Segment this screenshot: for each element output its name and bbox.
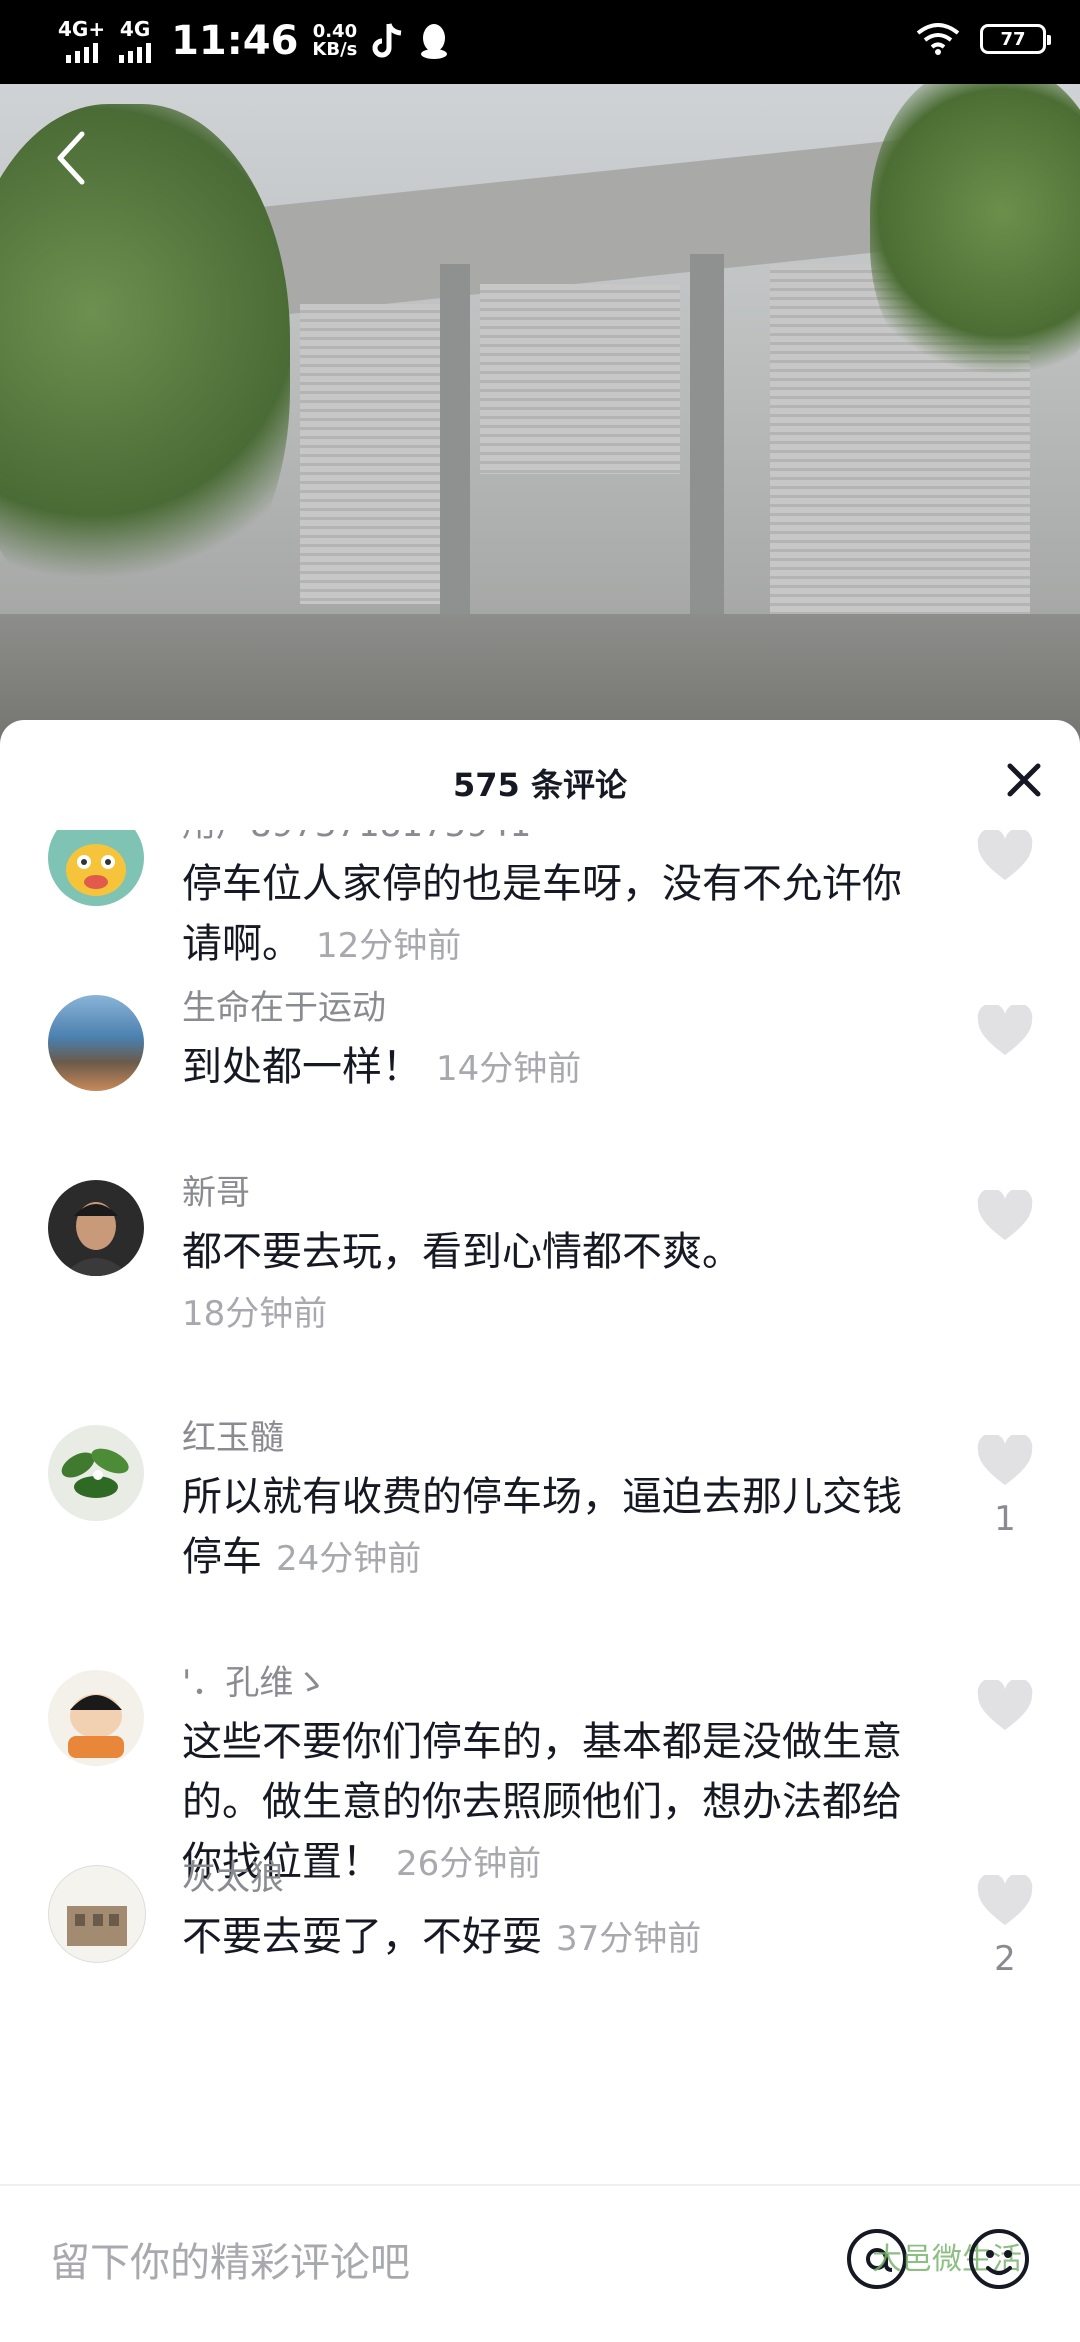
comment-content: 都不要去玩，看到心情都不爽。 <box>182 1229 742 1275</box>
like-button[interactable] <box>970 830 1040 894</box>
comment-count-title: 575 条评论 <box>453 766 627 804</box>
heart-icon <box>977 1188 1033 1240</box>
like-button[interactable] <box>970 1678 1040 1744</box>
heart-icon <box>977 1873 1033 1925</box>
avatar[interactable] <box>48 1670 144 1766</box>
comment-content: 到处都一样！ <box>182 1044 422 1090</box>
avatar[interactable] <box>48 1865 146 1963</box>
battery-indicator: 77 <box>980 24 1051 54</box>
photo-scene <box>300 304 460 604</box>
comment-username[interactable]: '．孔维ゝ <box>182 1660 922 1706</box>
comment-text[interactable]: 停车位人家停的也是车呀，没有不允许你请啊。 12分钟前 <box>182 854 922 976</box>
comment-username[interactable]: 灰太狼 <box>182 1855 922 1901</box>
comment-username[interactable]: 用户8973718175941 <box>182 830 922 848</box>
photo-scene <box>690 254 724 654</box>
heart-icon <box>977 1003 1033 1055</box>
avatar-image <box>61 1448 129 1498</box>
photo-scene <box>480 284 680 474</box>
close-button[interactable] <box>1004 760 1044 800</box>
comment-content: 不要去耍了，不好耍 <box>182 1914 542 1960</box>
heart-icon <box>977 1433 1033 1485</box>
comment-input[interactable]: 留下你的精彩评论吧 <box>50 2230 410 2288</box>
comment-content: 停车位人家停的也是车呀，没有不允许你请啊。 <box>182 861 902 967</box>
avatar[interactable] <box>48 830 144 906</box>
like-button[interactable] <box>970 1188 1040 1254</box>
comment-text[interactable]: 到处都一样！ 14分钟前 <box>182 1037 922 1099</box>
comment-text[interactable]: 所以就有收费的停车场，逼迫去那儿交钱停车 24分钟前 <box>182 1467 922 1589</box>
close-icon <box>1007 763 1041 797</box>
photo-scene <box>440 264 470 644</box>
comment-time: 24分钟前 <box>276 1539 422 1579</box>
heart-icon <box>977 1678 1033 1730</box>
photo-scene <box>870 84 1080 394</box>
comment-text[interactable]: 不要去耍了，不好耍 37分钟前 <box>182 1907 922 1969</box>
comment-time: 37分钟前 <box>556 1919 702 1959</box>
comment-username[interactable]: 红玉髓 <box>182 1415 922 1461</box>
comment-sheet: 575 条评论 用户8973718175941 停车位人家停的也是车呀，没有不允… <box>0 720 1080 2340</box>
photo-scene <box>0 104 290 624</box>
avatar[interactable] <box>48 1180 144 1276</box>
emoji-button[interactable] <box>966 2226 1032 2292</box>
clock: 11:46 <box>171 18 299 64</box>
avatar[interactable] <box>48 1425 144 1521</box>
video-preview[interactable] <box>0 84 1080 744</box>
comment-time: 12分钟前 <box>316 926 462 966</box>
battery-level: 77 <box>1000 28 1026 50</box>
like-button[interactable] <box>970 1003 1040 1069</box>
avatar[interactable] <box>48 995 144 1091</box>
qq-icon <box>421 24 448 59</box>
comment-username[interactable]: 生命在于运动 <box>182 985 922 1031</box>
avatar-image <box>68 1694 124 1758</box>
net-speed-unit: KB/s <box>312 39 358 60</box>
comment-time: 18分钟前 <box>182 1294 328 1334</box>
emoji-icon <box>969 2229 1029 2289</box>
like-button[interactable]: 1 <box>970 1433 1040 1539</box>
tiktok-icon <box>372 23 402 58</box>
back-button[interactable] <box>48 128 98 188</box>
avatar-image <box>67 1906 127 1946</box>
like-button[interactable]: 2 <box>970 1873 1040 1979</box>
wifi-icon <box>916 23 960 55</box>
avatar-image <box>66 844 126 896</box>
comment-input-bar: 留下你的精彩评论吧 大邑微生活 <box>0 2184 1080 2342</box>
network-type-2: 4G <box>119 17 151 41</box>
like-count: 1 <box>994 1499 1016 1539</box>
signal-icon <box>65 39 98 63</box>
signal-icon <box>119 39 152 63</box>
network-type-1: 4G+ <box>58 17 106 41</box>
avatar-image <box>62 1202 130 1276</box>
chevron-left-icon <box>57 131 85 185</box>
heart-icon <box>977 830 1033 880</box>
status-bar: 4G+ 4G 11:46 0.40 KB/s 77 <box>0 0 1080 84</box>
like-count: 2 <box>994 1939 1016 1979</box>
comment-username[interactable]: 新哥 <box>182 1170 922 1216</box>
comment-time: 14分钟前 <box>436 1049 582 1089</box>
comment-text[interactable]: 都不要去玩，看到心情都不爽。 18分钟前 <box>182 1222 922 1344</box>
comment-list[interactable]: 用户8973718175941 停车位人家停的也是车呀，没有不允许你请啊。12分… <box>0 830 1080 1900</box>
